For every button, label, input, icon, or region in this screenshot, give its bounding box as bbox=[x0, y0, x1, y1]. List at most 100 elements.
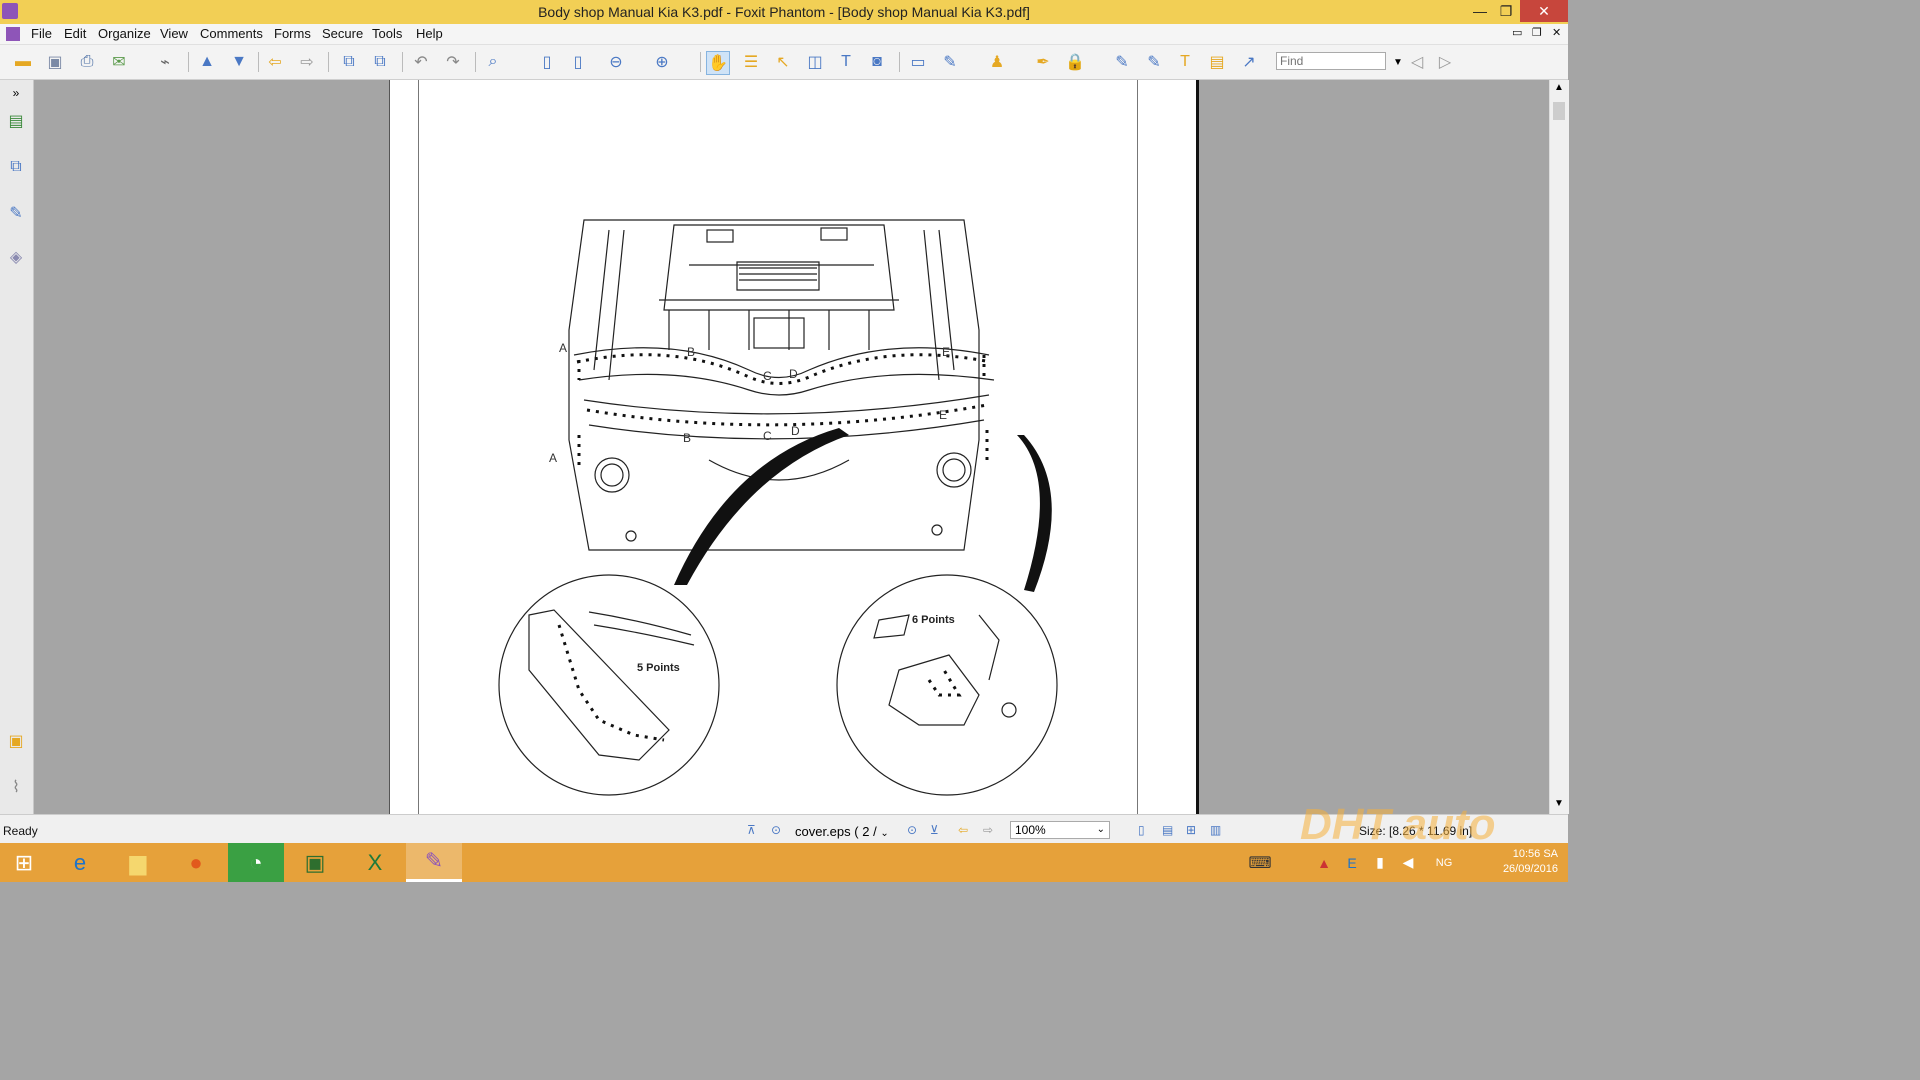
previous-view-icon[interactable]: ⇦ bbox=[958, 821, 968, 839]
facing-page-icon[interactable]: ⊞ bbox=[1186, 821, 1196, 839]
arrow-tool-icon[interactable]: ↗ bbox=[1238, 51, 1260, 73]
save-icon[interactable]: ▣ bbox=[44, 51, 66, 73]
label-d-bottom: D bbox=[791, 424, 800, 438]
edit-content-icon[interactable]: ✎ bbox=[1111, 51, 1133, 73]
label-c-bottom: C bbox=[763, 429, 772, 443]
menu-edit[interactable]: Edit bbox=[64, 26, 86, 41]
zoom-icon[interactable]: ⌕ bbox=[482, 51, 504, 73]
menu-view[interactable]: View bbox=[160, 26, 188, 41]
forward-icon[interactable]: ⇨ bbox=[296, 51, 318, 73]
text-box-icon[interactable]: T bbox=[1174, 51, 1196, 73]
back-icon[interactable]: ⇦ bbox=[264, 51, 286, 73]
attachments-icon[interactable]: ⌇ bbox=[6, 776, 26, 798]
close-button[interactable]: ✕ bbox=[1520, 0, 1568, 22]
comments-panel-icon[interactable]: ◈ bbox=[6, 246, 26, 268]
next-page-icon[interactable]: ▼ bbox=[228, 51, 250, 73]
prev-page-icon[interactable]: ⊙ bbox=[771, 821, 781, 839]
menu-help[interactable]: Help bbox=[416, 26, 443, 41]
extract-page-icon[interactable]: ⧉ bbox=[369, 51, 391, 73]
label-b-bottom: B bbox=[683, 431, 691, 445]
redo-icon[interactable]: ↷ bbox=[442, 51, 464, 73]
left-callout-label: 5 Points bbox=[637, 662, 680, 674]
menu-organize[interactable]: Organize bbox=[98, 26, 151, 41]
watermark-logo: DHT auto bbox=[1300, 800, 1496, 849]
menu-forms[interactable]: Forms bbox=[274, 26, 311, 41]
single-page-icon[interactable]: ▯ bbox=[1138, 821, 1145, 839]
snapshot-icon[interactable]: ◙ bbox=[866, 51, 888, 73]
scrollbar-thumb[interactable] bbox=[1553, 102, 1565, 120]
email-icon[interactable]: ✉ bbox=[108, 51, 130, 73]
select-annotation-icon[interactable]: ↖ bbox=[772, 51, 794, 73]
page-number-select[interactable]: cover.eps ( 2 / ⌄ bbox=[795, 824, 889, 839]
scroll-down-icon[interactable]: ▼ bbox=[1554, 798, 1564, 809]
next-view-icon[interactable]: ⇨ bbox=[983, 821, 993, 839]
form-edit-icon[interactable]: ✎ bbox=[1143, 51, 1165, 73]
find-input[interactable] bbox=[1276, 52, 1386, 70]
insert-page-icon[interactable]: ⧉ bbox=[338, 51, 360, 73]
doc-restore-icon[interactable]: ❐ bbox=[1532, 26, 1542, 39]
image-viewer-icon[interactable]: ▣ bbox=[287, 843, 343, 882]
vertical-scrollbar[interactable]: ▲ ▼ bbox=[1549, 80, 1569, 814]
separator bbox=[700, 52, 701, 72]
undo-icon[interactable]: ↶ bbox=[410, 51, 432, 73]
hand-tool-icon[interactable]: ✋ bbox=[706, 51, 730, 75]
zoom-select[interactable]: 100% ⌄ bbox=[1010, 821, 1110, 839]
last-page-icon[interactable]: ⊻ bbox=[930, 821, 939, 839]
select-text-icon[interactable]: ☰ bbox=[740, 51, 762, 73]
start-button-icon[interactable]: ⊞ bbox=[0, 843, 48, 882]
menu-comments[interactable]: Comments bbox=[200, 26, 263, 41]
excel-icon[interactable]: X bbox=[347, 843, 403, 882]
zoom-dropdown-icon[interactable]: ⌄ bbox=[1097, 822, 1105, 838]
typewriter-icon[interactable]: T bbox=[835, 51, 857, 73]
bookmarks-icon[interactable]: ▤ bbox=[6, 110, 26, 132]
first-page-icon[interactable]: ⊼ bbox=[747, 821, 756, 839]
page-dropdown-icon[interactable]: ⌄ bbox=[880, 828, 888, 839]
rectangle-tool-icon[interactable]: ▭ bbox=[907, 51, 929, 73]
scroll-up-icon[interactable]: ▲ bbox=[1554, 82, 1564, 93]
foxit-phantom-taskbar-icon[interactable]: ✎ bbox=[406, 843, 462, 882]
zoom-out-icon[interactable]: ⊖ bbox=[605, 51, 627, 73]
pencil-tool-icon[interactable]: ✎ bbox=[939, 51, 961, 73]
menu-secure[interactable]: Secure bbox=[322, 26, 363, 41]
firefox-icon[interactable]: ● bbox=[168, 843, 224, 882]
find-previous-icon[interactable]: ◁ bbox=[1406, 51, 1428, 73]
find-next-icon[interactable]: ▷ bbox=[1434, 51, 1456, 73]
document-page[interactable]: A A B B C C D D E E 5 Points 6 Points bbox=[389, 80, 1199, 814]
body-shop-diagram: A A B B C C D D E E 5 Points 6 Points bbox=[498, 219, 1058, 796]
find-text-icon[interactable]: ◫ bbox=[804, 51, 826, 73]
keyboard-icon[interactable]: ⌨ bbox=[1240, 843, 1280, 882]
continuous-page-icon[interactable]: ▤ bbox=[1162, 821, 1173, 839]
internet-explorer-icon[interactable]: e bbox=[52, 843, 108, 882]
stamp-icon[interactable]: ♟ bbox=[986, 51, 1008, 73]
security-lock-icon[interactable]: 🔒 bbox=[1064, 51, 1086, 73]
print-icon[interactable]: ⎙ bbox=[76, 51, 98, 73]
fit-page-icon[interactable]: ▯ bbox=[536, 51, 558, 73]
fit-width-icon[interactable]: ▯ bbox=[567, 51, 589, 73]
title-bar[interactable]: Body shop Manual Kia K3.pdf - Foxit Phan… bbox=[0, 0, 1568, 25]
clock[interactable]: 10:56 SA 26/09/2016 bbox=[1503, 847, 1558, 877]
note-icon[interactable]: ▤ bbox=[1206, 51, 1228, 73]
open-icon[interactable]: ▬ bbox=[12, 51, 34, 73]
menu-tools[interactable]: Tools bbox=[372, 26, 402, 41]
separator bbox=[402, 52, 403, 72]
doc-minimize-icon[interactable]: ▭ bbox=[1512, 26, 1522, 39]
notes-icon[interactable]: ▣ bbox=[6, 730, 26, 752]
sign-icon[interactable]: ✒ bbox=[1032, 51, 1054, 73]
coccoc-browser-icon[interactable]: ◔ bbox=[228, 843, 284, 882]
expand-panel-icon[interactable]: » bbox=[6, 82, 26, 104]
previous-page-icon[interactable]: ▲ bbox=[196, 51, 218, 73]
doc-close-icon[interactable]: ✕ bbox=[1552, 26, 1561, 39]
zoom-in-icon[interactable]: ⊕ bbox=[651, 51, 673, 73]
pages-icon[interactable]: ⧉ bbox=[6, 156, 26, 178]
label-a-bottom: A bbox=[549, 451, 557, 465]
menu-bar: File Edit Organize View Comments Forms S… bbox=[0, 24, 1568, 45]
zoom-value: 100% bbox=[1015, 823, 1046, 837]
page-count: ( 2 / bbox=[854, 824, 877, 839]
document-icon[interactable] bbox=[6, 27, 20, 41]
menu-file[interactable]: File bbox=[31, 26, 52, 41]
next-page-button-icon[interactable]: ⊙ bbox=[907, 821, 917, 839]
scan-icon[interactable]: ⌁ bbox=[154, 51, 176, 73]
file-explorer-icon[interactable]: ▆ bbox=[110, 843, 166, 882]
layers-icon[interactable]: ✎ bbox=[6, 202, 26, 224]
continuous-facing-icon[interactable]: ▥ bbox=[1210, 821, 1221, 839]
